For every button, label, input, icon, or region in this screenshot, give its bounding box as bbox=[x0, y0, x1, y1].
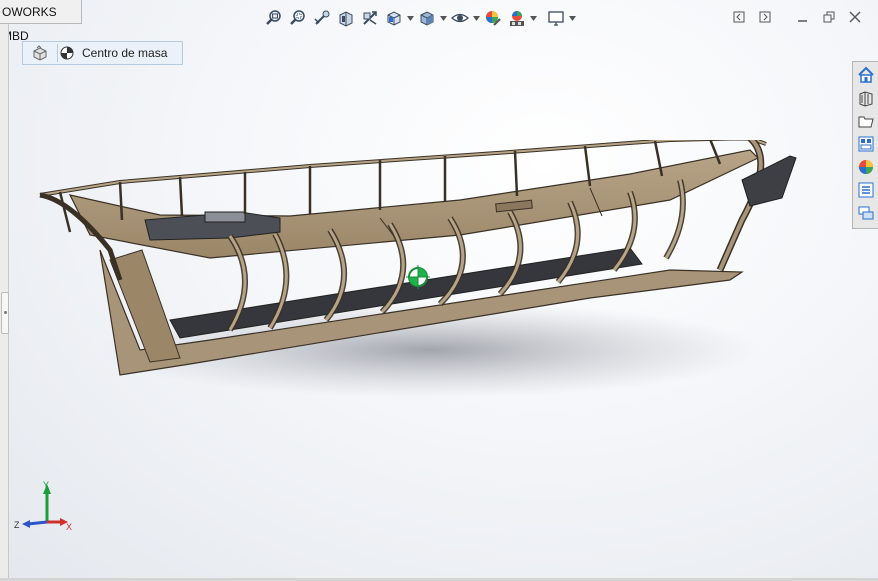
z-arrow bbox=[22, 520, 30, 528]
reference-triad[interactable]: Y X Z bbox=[12, 480, 72, 540]
design-library-icon[interactable] bbox=[855, 87, 877, 109]
view-orientation-icon[interactable] bbox=[382, 7, 406, 29]
display-style-icon[interactable] bbox=[415, 7, 439, 29]
apply-scene-icon[interactable] bbox=[505, 7, 529, 29]
solidworks-resources-icon[interactable] bbox=[855, 64, 877, 86]
heads-up-view-toolbar bbox=[262, 6, 577, 30]
minimize-icon[interactable] bbox=[792, 8, 814, 26]
appearances-scenes-icon[interactable] bbox=[855, 156, 877, 178]
zoom-to-area-icon[interactable] bbox=[286, 7, 310, 29]
feature-manager-splitter[interactable] bbox=[0, 24, 9, 581]
document-window-controls bbox=[728, 8, 866, 26]
center-of-mass-icon[interactable] bbox=[58, 42, 76, 64]
dynamic-annotation-views-icon[interactable] bbox=[358, 7, 382, 29]
part-icon[interactable] bbox=[23, 42, 57, 64]
apply-scene-dropdown[interactable] bbox=[529, 7, 538, 29]
hide-show-items-icon[interactable] bbox=[448, 7, 472, 29]
z-axis-label: Z bbox=[14, 520, 20, 530]
z-axis bbox=[27, 520, 48, 526]
handle-grip-icon bbox=[4, 311, 7, 314]
edit-appearance-icon[interactable] bbox=[481, 7, 505, 29]
cabin-top bbox=[204, 211, 246, 223]
custom-properties-icon[interactable] bbox=[855, 179, 877, 201]
view-settings-icon[interactable] bbox=[544, 7, 568, 29]
zoom-to-fit-icon[interactable] bbox=[262, 7, 286, 29]
panel-collapse-handle[interactable] bbox=[1, 292, 9, 334]
view-orientation-dropdown[interactable] bbox=[406, 7, 415, 29]
close-icon[interactable] bbox=[844, 8, 866, 26]
breadcrumb-label[interactable]: Centro de masa bbox=[76, 46, 167, 60]
solidworks-forum-icon[interactable] bbox=[855, 202, 877, 224]
selection-breadcrumb: Centro de masa bbox=[22, 41, 183, 65]
section-view-icon[interactable] bbox=[334, 7, 358, 29]
next-window-icon[interactable] bbox=[754, 8, 776, 26]
rudder-blade bbox=[741, 155, 797, 207]
previous-view-icon[interactable] bbox=[310, 7, 334, 29]
document-tab-title: OWORKS MBD bbox=[0, 0, 82, 43]
display-style-dropdown[interactable] bbox=[439, 7, 448, 29]
view-palette-icon[interactable] bbox=[855, 133, 877, 155]
hide-show-dropdown[interactable] bbox=[472, 7, 481, 29]
boat-hull-model[interactable] bbox=[30, 140, 810, 410]
hull-deck bbox=[68, 149, 760, 259]
x-axis-label: X bbox=[66, 522, 72, 532]
file-explorer-icon[interactable] bbox=[855, 110, 877, 132]
restore-icon[interactable] bbox=[818, 8, 840, 26]
previous-window-icon[interactable] bbox=[728, 8, 750, 26]
task-pane-tabs bbox=[852, 61, 878, 229]
y-axis-label: Y bbox=[43, 480, 49, 490]
view-settings-dropdown[interactable] bbox=[568, 7, 577, 29]
